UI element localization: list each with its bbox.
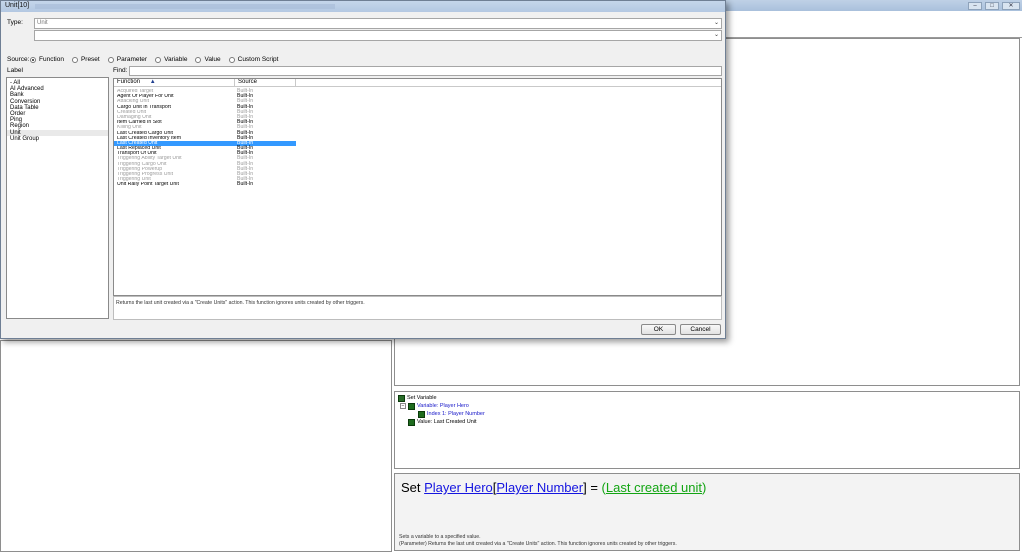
app-window-controls: – □ ✕ — [968, 0, 1020, 11]
source-radio-function[interactable]: Function — [30, 56, 64, 63]
cancel-button[interactable]: Cancel — [680, 324, 721, 335]
radio-label: Function — [39, 56, 64, 63]
description-line: Sets a variable to a specified value. — [399, 534, 481, 540]
type-value: Unit — [37, 20, 48, 26]
source-radio-value[interactable]: Value — [195, 56, 221, 63]
find-label: Find: — [113, 67, 128, 74]
column-header-label: Function — [117, 79, 141, 85]
tree-node-variable[interactable]: − Variable: Player Hero — [398, 402, 485, 410]
action-sentence-pane: Set Player Hero[Player Number] = (Last c… — [394, 473, 1020, 551]
function-description-box: Returns the last unit created via a "Cre… — [113, 296, 722, 320]
function-row[interactable]: Unit Rally Point Target Unit Built-In — [114, 182, 721, 187]
function-source-cell: Built-In — [237, 181, 254, 188]
source-radio-variable[interactable]: Variable — [155, 56, 187, 63]
parameter-icon — [418, 410, 425, 418]
close-icon[interactable]: ✕ — [1002, 1, 1020, 10]
column-header-label: Source — [238, 79, 258, 85]
source-label: Source: — [7, 56, 30, 63]
blurred-title-text — [35, 4, 335, 9]
sentence-prefix: Set — [401, 480, 425, 495]
source-radio-group: Function Preset Parameter Variable Value… — [30, 56, 286, 63]
source-radio-preset[interactable]: Preset — [71, 56, 100, 63]
type-field[interactable]: Unit ⌄ — [34, 18, 722, 29]
action-sentence: Set Player Hero[Player Number] = (Last c… — [401, 480, 706, 495]
radio-label: Variable — [164, 56, 188, 63]
function-description: Returns the last unit created via a "Cre… — [116, 300, 365, 306]
maximize-icon[interactable]: □ — [985, 1, 999, 10]
dialog-title: Unit[10] — [5, 2, 30, 9]
label-list-item[interactable]: Unit Group — [7, 136, 108, 142]
radio-label: Value — [204, 56, 221, 63]
tree-node-label: Set Variable — [407, 395, 437, 401]
tree-node-label: Variable: Player Hero — [417, 403, 469, 409]
column-header-function[interactable]: Function ▲ — [114, 79, 235, 86]
radio-dot-icon — [30, 56, 36, 63]
source-radio-parameter[interactable]: Parameter — [107, 56, 148, 63]
action-description: Sets a variable to a specified value. (P… — [399, 534, 677, 548]
function-picker-dialog: Unit[10] Type: Unit ⌄ ⌄ Source: Function… — [0, 0, 726, 339]
variable-link[interactable]: Player Hero — [424, 480, 493, 495]
index-link[interactable]: Player Number — [496, 480, 583, 495]
sort-ascending-icon: ▲ — [149, 79, 156, 85]
radio-dot-icon — [155, 56, 162, 63]
grid-header: Function ▲ Source — [114, 79, 721, 87]
tree-node-set-variable[interactable]: Set Variable — [398, 394, 485, 402]
variable-icon — [408, 402, 415, 410]
function-icon — [408, 418, 415, 426]
type-detail-field[interactable]: ⌄ — [34, 30, 722, 41]
value-link[interactable]: Last created unit — [606, 480, 702, 495]
sentence-paren-close: ) — [702, 480, 707, 495]
type-label: Type: — [7, 19, 23, 26]
ok-button[interactable]: OK — [641, 324, 676, 335]
radio-dot-icon — [195, 56, 202, 63]
action-tree-pane[interactable]: Set Variable − Variable: Player Hero Ind… — [394, 391, 1020, 469]
find-input[interactable] — [129, 66, 722, 76]
radio-label: Custom Script — [237, 56, 279, 63]
tree-node-value[interactable]: Value: Last Created Unit — [398, 418, 485, 426]
label-list[interactable]: - All AI Advanced Bank Conversion Data Table… — [6, 77, 109, 319]
chevron-down-icon[interactable]: ⌄ — [713, 20, 720, 27]
chevron-down-icon[interactable]: ⌄ — [713, 32, 720, 39]
tree-node-index[interactable]: Index 1: Player Number — [398, 410, 485, 418]
description-line: (Parameter) Returns the last unit create… — [399, 541, 677, 547]
action-icon — [398, 394, 405, 402]
sentence-equals: = — [586, 480, 602, 495]
label-header: Label — [7, 67, 23, 74]
tree-node-label: Value: Last Created Unit — [417, 419, 477, 425]
radio-label: Parameter — [116, 56, 148, 63]
radio-label: Preset — [80, 56, 100, 63]
radio-dot-icon — [107, 56, 114, 63]
function-name-cell: Unit Rally Point Target Unit — [117, 182, 179, 188]
radio-dot-icon — [228, 56, 235, 63]
minimize-icon[interactable]: – — [968, 1, 982, 10]
source-radio-custom-script[interactable]: Custom Script — [228, 56, 279, 63]
collapse-icon[interactable]: − — [400, 403, 406, 409]
function-grid[interactable]: Function ▲ Source Acquired Target Built-I… — [113, 78, 722, 296]
column-header-source[interactable]: Source — [235, 79, 296, 86]
trigger-list-pane[interactable] — [0, 340, 392, 552]
radio-dot-icon — [71, 56, 78, 63]
dialog-title-bar[interactable]: Unit[10] — [1, 1, 725, 12]
tree-node-label: Index 1: Player Number — [427, 411, 485, 417]
